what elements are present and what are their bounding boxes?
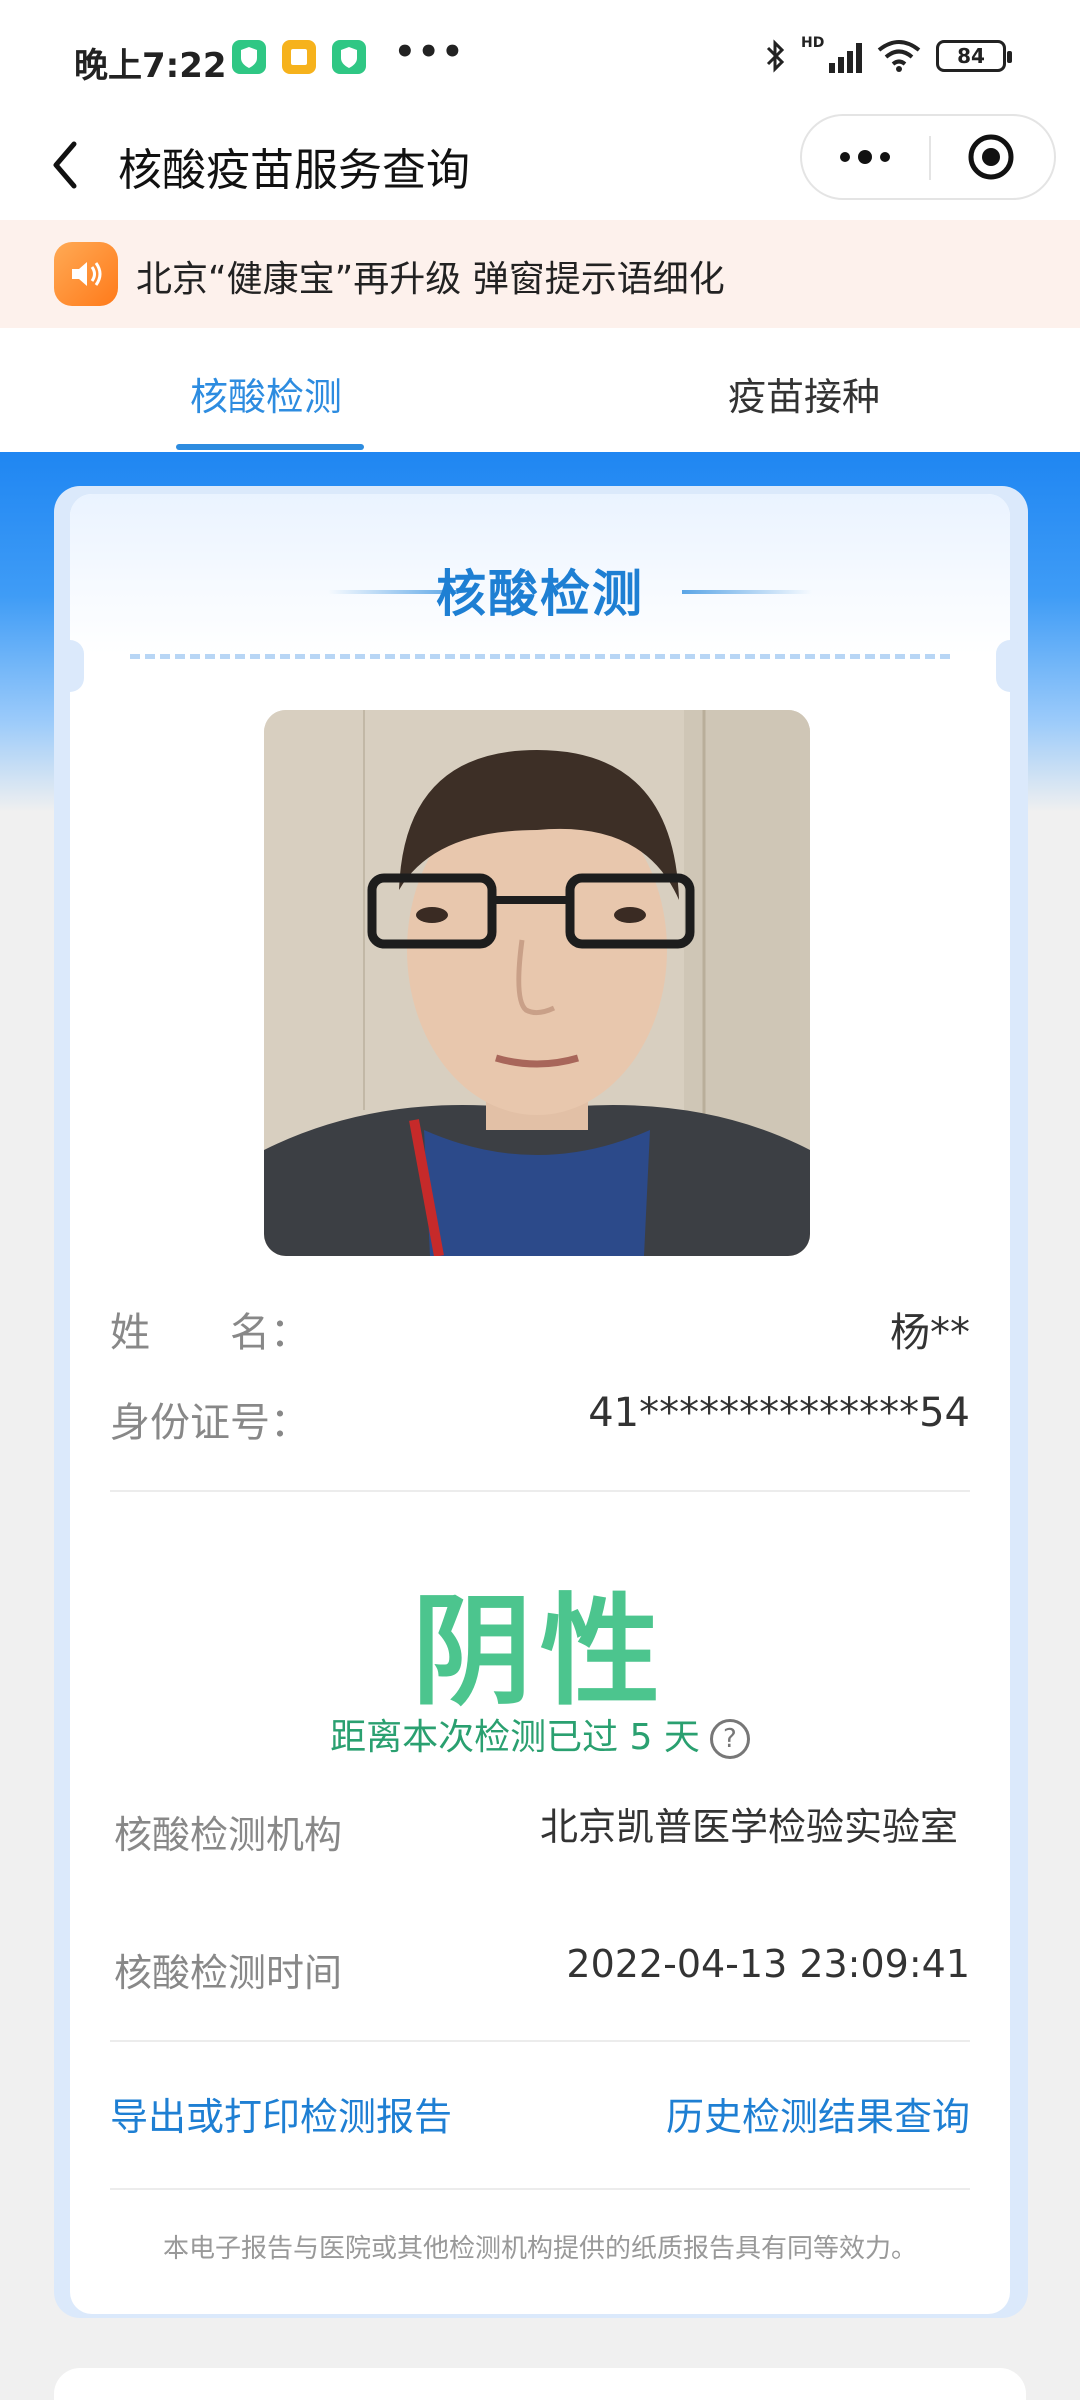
elapsed-text: 距离本次检测已过 5 天	[330, 1717, 700, 1758]
status-bar: 晚上7:22 ••• HD 84	[0, 0, 1080, 110]
id-number-label: 身份证号：	[110, 1400, 310, 1446]
name-label: 姓 名：	[110, 1310, 310, 1356]
target-circle-icon	[968, 134, 1014, 180]
next-section-card	[54, 2368, 1026, 2400]
status-time: 晚上7:22	[74, 46, 227, 86]
elapsed-days-text: 距离本次检测已过 5 天?	[70, 1708, 1010, 1760]
notes-app-icon	[282, 40, 316, 74]
testing-org-value: 北京凯普医学检验实验室	[540, 1805, 959, 1849]
signal-icon: HD	[801, 35, 862, 73]
shield-app-icon	[332, 40, 366, 74]
test-result: 阴性	[412, 1583, 668, 1722]
details-divider	[110, 2040, 970, 2042]
tab-vaccination[interactable]: 疫苗接种	[728, 366, 880, 421]
navigation-bar: 核酸疫苗服务查询	[0, 110, 1080, 220]
active-tab-indicator	[176, 444, 364, 450]
more-menu-button[interactable]	[802, 116, 928, 198]
history-results-link[interactable]: 历史检测结果查询	[666, 2086, 970, 2141]
info-divider	[110, 1490, 970, 1492]
miniprogram-capsule	[800, 114, 1056, 200]
more-dots-icon	[840, 150, 890, 164]
battery-icon: 84	[936, 40, 1012, 72]
testing-time-label: 核酸检测时间	[114, 1951, 343, 1995]
wifi-icon	[877, 40, 921, 72]
status-right-group: HD 84	[763, 35, 1012, 74]
tab-nucleic-acid-test[interactable]: 核酸检测	[190, 366, 342, 421]
id-number-value: 41**************54	[588, 1390, 970, 1436]
report-footnote: 本电子报告与医院或其他检测机构提供的纸质报告具有同等效力。	[162, 2234, 917, 2264]
title-decoration-right	[682, 590, 812, 594]
close-miniprogram-button[interactable]	[928, 116, 1054, 198]
speaker-icon	[54, 242, 118, 306]
name-value: 杨**	[890, 1310, 970, 1356]
page-title: 核酸疫苗服务查询	[118, 145, 470, 196]
links-divider	[110, 2188, 970, 2190]
back-button[interactable]	[30, 130, 100, 200]
tab-bar: 核酸检测 疫苗接种	[0, 328, 1080, 452]
card-title: 核酸检测	[436, 565, 644, 623]
test-result-card: 核酸检测 姓 名： 杨** 身份证号： 41**************54 阴…	[70, 494, 1010, 2314]
notice-banner[interactable]: 北京“健康宝”再升级 弹窗提示语细化	[0, 220, 1080, 328]
notice-text: 北京“健康宝”再升级 弹窗提示语细化	[136, 259, 725, 300]
chevron-left-icon	[53, 141, 77, 189]
more-notifications-icon: •••	[394, 32, 466, 72]
testing-time-value: 2022-04-13 23:09:41	[566, 1942, 970, 1986]
shield-app-icon	[232, 40, 266, 74]
card-notch-right	[996, 640, 1024, 692]
dashed-divider	[130, 654, 950, 659]
bluetooth-icon	[766, 39, 785, 73]
export-report-link[interactable]: 导出或打印检测报告	[110, 2086, 452, 2141]
user-photo	[264, 710, 810, 1256]
help-icon[interactable]: ?	[709, 1719, 750, 1759]
testing-org-label: 核酸检测机构	[114, 1813, 343, 1857]
hd-label: HD	[801, 35, 825, 51]
card-notch-left	[56, 640, 84, 692]
